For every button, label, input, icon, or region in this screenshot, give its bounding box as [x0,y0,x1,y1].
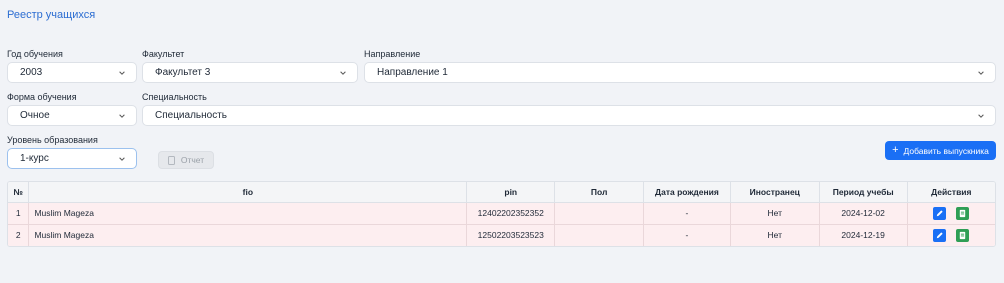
row-actions [907,224,995,246]
specialty-label: Специальность [142,92,207,102]
row-birth-date: - [643,224,731,246]
study-form-select[interactable]: Очное [7,105,137,126]
row-gender [554,224,644,246]
row-fio: Muslim Mageza [28,224,468,246]
plus-icon: + [892,144,899,156]
column-header-fio[interactable]: fio [28,182,468,203]
year-select[interactable]: 2003 [7,62,137,83]
report-button-label: Отчет [180,155,205,165]
faculty-select[interactable]: Факультет 3 [142,62,358,83]
education-level-value: 1-курс [20,153,49,164]
edit-button[interactable] [933,206,947,220]
add-graduate-button[interactable]: + Добавить выпускника [885,141,996,160]
education-level-select[interactable]: 1-курс [7,148,137,169]
chevron-down-icon [978,114,984,118]
column-header-foreigner[interactable]: Иностранец [730,182,820,203]
spreadsheet-icon [960,209,966,217]
spreadsheet-icon [960,231,966,239]
column-header-birth-date[interactable]: Дата рождения [643,182,731,203]
faculty-label: Факультет [142,49,185,59]
add-graduate-button-label: Добавить выпускника [903,145,989,156]
row-actions [907,202,995,225]
column-header-gender[interactable]: Пол [554,182,644,203]
faculty-value: Факультет 3 [155,67,211,78]
row-pin: 12402202352352 [466,202,556,225]
row-pin: 12502203523523 [466,224,556,246]
row-birth-date: - [643,202,731,225]
year-label: Год обучения [7,49,63,59]
row-foreigner: Нет [730,202,820,225]
table-row[interactable]: 2 Muslim Mageza 12502203523523 - Нет 202… [8,224,995,246]
chevron-down-icon [978,71,984,75]
export-button[interactable] [956,206,970,220]
year-value: 2003 [20,67,43,78]
chevron-down-icon [340,71,346,75]
chevron-down-icon [119,114,125,118]
pencil-icon [937,209,943,216]
specialty-select[interactable]: Специальность [142,105,996,126]
direction-label: Направление [364,49,421,59]
edit-button[interactable] [933,228,947,242]
students-table: № fio pin Пол Дата рождения Иностранец П… [7,181,996,247]
table-row[interactable]: 1 Muslim Mageza 12402202352352 - Нет 202… [8,202,995,225]
education-level-label: Уровень образования [7,135,98,145]
row-gender [554,202,644,225]
column-header-pin[interactable]: pin [466,182,556,203]
export-button[interactable] [956,228,970,242]
report-button[interactable]: Отчет [158,151,214,169]
study-form-label: Форма обучения [7,92,77,102]
page-title: Реестр учащихся [7,9,96,21]
study-form-value: Очное [20,110,50,121]
column-header-actions: Действия [907,182,995,203]
table-header-row: № fio pin Пол Дата рождения Иностранец П… [8,182,995,203]
column-header-number[interactable]: № [8,182,30,203]
chevron-down-icon [119,71,125,75]
row-period: 2024-12-02 [819,202,908,225]
row-period: 2024-12-19 [819,224,908,246]
specialty-value: Специальность [155,110,227,121]
direction-select[interactable]: Направление 1 [364,62,996,83]
chevron-down-icon [119,157,125,161]
row-foreigner: Нет [730,224,820,246]
document-icon [167,155,175,165]
pencil-icon [937,232,943,238]
direction-value: Направление 1 [377,67,448,78]
column-header-period[interactable]: Период учебы [819,182,908,203]
row-number: 2 [8,224,30,246]
row-number: 1 [8,202,30,225]
row-fio: Muslim Mageza [28,202,468,225]
